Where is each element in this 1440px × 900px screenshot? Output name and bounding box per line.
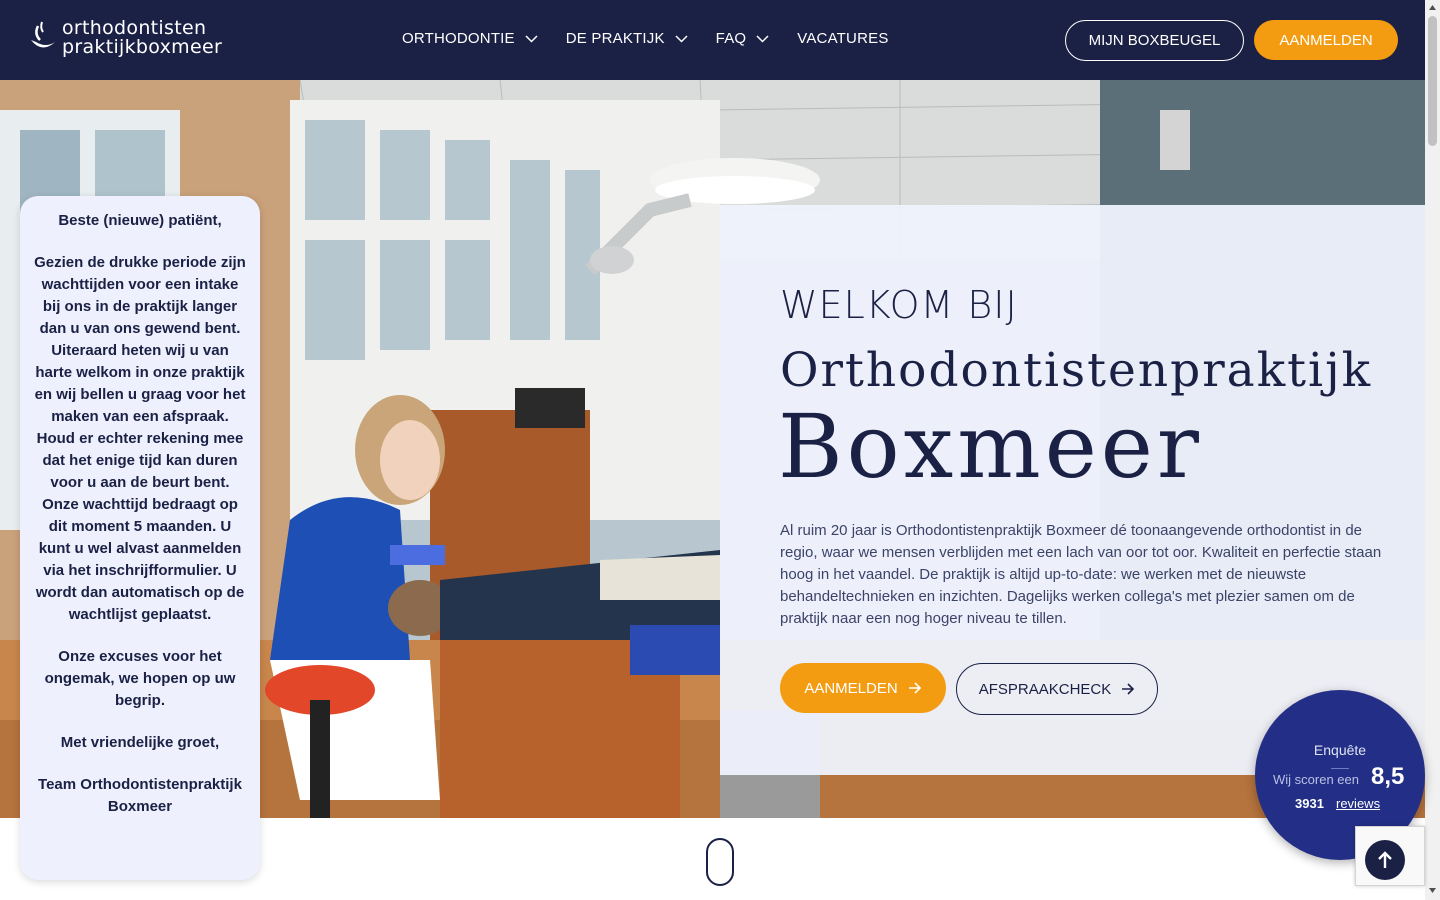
welcome-body: Al ruim 20 jaar is Orthodontistenpraktij… [780, 522, 1382, 627]
nav-label: VACATURES [797, 30, 889, 47]
rating-score-prefix: Wij scoren een [1273, 772, 1359, 787]
practice-name-line-2: Boxmeer [778, 395, 1203, 498]
notice-closing: Met vriendelijke groet, [60, 734, 220, 751]
site-header: orthodontisten praktijkboxmeer ORTHODONT… [0, 0, 1425, 80]
rating-reviews-link[interactable]: reviews [1336, 796, 1380, 811]
arrow-up-icon [1378, 851, 1392, 868]
nav-label: FAQ [715, 30, 747, 47]
nav-item-de-praktijk[interactable]: DE PRAKTIJK [566, 30, 688, 47]
nav-label: DE PRAKTIJK [565, 30, 665, 47]
nav-item-orthodontie[interactable]: ORTHODONTIE [402, 30, 538, 47]
scroll-down-arrow-icon[interactable] [1428, 886, 1437, 895]
scrollbar-thumb[interactable] [1428, 16, 1437, 146]
rating-label: Enquête [1313, 742, 1367, 758]
arrow-right-icon [1122, 683, 1135, 695]
appointment-check-button[interactable]: AFSPRAAKCHECK [956, 663, 1158, 715]
rating-review-count: 3931 [1295, 796, 1324, 811]
smile-logo-icon [28, 18, 58, 58]
chevron-down-icon [675, 34, 688, 43]
nav-item-faq[interactable]: FAQ [716, 30, 770, 47]
nav-label: ORTHODONTIE [402, 30, 515, 47]
my-brace-button[interactable]: MIJN BOXBEUGEL [1065, 20, 1244, 61]
notice-greeting: Beste (nieuwe) patiënt, [58, 212, 222, 229]
notice-apology: Onze excuses voor het ongemak, we hopen … [44, 648, 236, 709]
scroll-up-arrow-icon[interactable] [1428, 3, 1437, 12]
welcome-intro: WELKOM BIJ [780, 283, 1018, 327]
hero-signup-label: AANMELDEN [804, 679, 898, 697]
scroll-down-mouse-icon [706, 838, 734, 886]
header-signup-button[interactable]: AANMELDEN [1254, 20, 1398, 60]
notice-body: Gezien de drukke periode zijn wachttijde… [34, 254, 246, 623]
nav-item-vacatures[interactable]: VACATURES [797, 30, 888, 47]
logo-line-2: praktijkboxmeer [62, 36, 223, 58]
site-logo[interactable]: orthodontisten praktijkboxmeer [28, 18, 222, 58]
welcome-panel: WELKOM BIJ Orthodontistenpraktijk Boxmee… [720, 205, 1425, 775]
hero-signup-button[interactable]: AANMELDEN [780, 663, 946, 713]
chevron-down-icon [525, 34, 538, 43]
arrow-right-icon [908, 682, 921, 694]
rating-divider [1331, 768, 1349, 769]
waiting-time-notice: Beste (nieuwe) patiënt, Gezien de drukke… [20, 196, 260, 880]
main-nav: ORTHODONTIE DE PRAKTIJK FAQ VACATURES [402, 30, 917, 47]
appointment-check-label: AFSPRAAKCHECK [978, 680, 1112, 698]
rating-score: 8,5 [1371, 763, 1405, 790]
notice-signature: Team Orthodontistenpraktijk Boxmeer [38, 776, 242, 815]
back-to-top-button[interactable] [1365, 840, 1405, 880]
practice-name-line-1: Orthodontistenpraktijk [780, 343, 1373, 398]
chevron-down-icon [756, 34, 769, 43]
